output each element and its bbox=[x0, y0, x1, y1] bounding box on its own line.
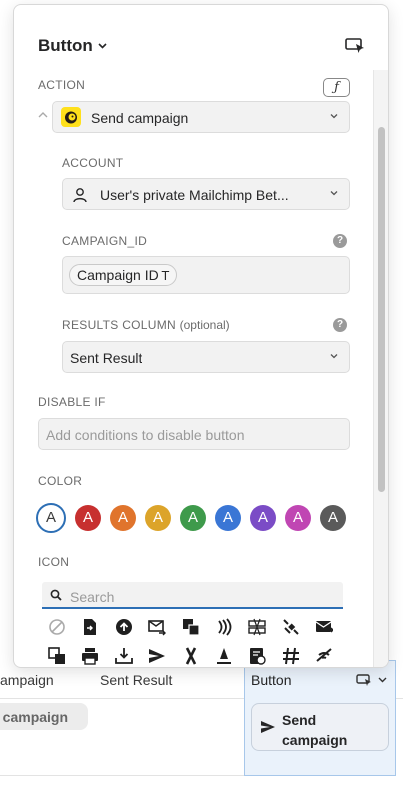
color-swatch[interactable]: A bbox=[215, 505, 241, 531]
no-signal-icon[interactable] bbox=[314, 646, 334, 666]
color-swatch[interactable]: A bbox=[145, 505, 171, 531]
scrollbar-thumb[interactable] bbox=[378, 127, 385, 492]
campaign-id-chip[interactable]: Campaign ID T bbox=[69, 264, 178, 286]
action-label: ACTION bbox=[38, 78, 86, 92]
results-column-value: Sent Result bbox=[70, 350, 143, 366]
chevron-down-icon bbox=[330, 114, 338, 119]
action-select[interactable]: Send campaign bbox=[52, 101, 350, 133]
button-config-panel: Button ACTION ƒ Send campaign ACCOUNT Us… bbox=[13, 4, 389, 668]
panel-title[interactable]: Button bbox=[38, 36, 107, 56]
color-swatch[interactable]: A bbox=[36, 503, 66, 533]
duplicate-icon[interactable] bbox=[47, 646, 67, 666]
column-header-sent-result[interactable]: Sent Result bbox=[100, 672, 172, 688]
color-label: COLOR bbox=[38, 474, 83, 488]
upload-circle-icon[interactable] bbox=[114, 617, 134, 637]
satellite-icon[interactable] bbox=[281, 617, 301, 637]
campaign-id-chip-text: Campaign ID bbox=[77, 267, 159, 283]
account-label: ACCOUNT bbox=[62, 156, 124, 170]
nfc-icon[interactable] bbox=[214, 617, 234, 637]
ribbon-icon[interactable] bbox=[181, 646, 201, 666]
color-swatch[interactable]: A bbox=[180, 505, 206, 531]
optional-tag: (optional) bbox=[179, 318, 230, 332]
campaign-cell-text: e campaign bbox=[0, 709, 69, 725]
text-type-icon: T bbox=[161, 269, 170, 283]
column-options[interactable] bbox=[356, 673, 387, 687]
print-icon[interactable] bbox=[80, 646, 100, 666]
color-swatch[interactable]: A bbox=[285, 505, 311, 531]
account-select[interactable]: User's private Mailchimp Bet... bbox=[62, 178, 350, 210]
account-select-value: User's private Mailchimp Bet... bbox=[100, 187, 289, 203]
color-swatch[interactable]: A bbox=[250, 505, 276, 531]
chevron-down-icon bbox=[378, 677, 387, 683]
mailchimp-logo-icon bbox=[61, 107, 81, 127]
color-swatch[interactable]: A bbox=[75, 505, 101, 531]
chevron-down-icon bbox=[330, 354, 338, 359]
button-column-selected[interactable]: Button Send campaign bbox=[244, 660, 396, 776]
mail-arrow-icon[interactable] bbox=[147, 617, 167, 637]
icon-label: ICON bbox=[38, 555, 70, 569]
disable-if-placeholder: Add conditions to disable button bbox=[46, 427, 245, 443]
send-icon[interactable] bbox=[147, 646, 167, 666]
button-cursor-icon bbox=[356, 674, 371, 686]
send-campaign-label: Send campaign bbox=[282, 712, 348, 748]
hashtag-icon[interactable] bbox=[281, 646, 301, 666]
chevron-up-icon[interactable] bbox=[38, 111, 48, 118]
row-divider bbox=[0, 775, 245, 776]
button-cursor-icon[interactable] bbox=[345, 37, 365, 55]
chevron-down-icon bbox=[330, 191, 338, 196]
disable-if-label: DISABLE IF bbox=[38, 395, 106, 409]
dns-icon[interactable] bbox=[247, 617, 267, 637]
user-icon bbox=[73, 188, 87, 203]
search-placeholder: Search bbox=[70, 589, 115, 605]
action-select-value: Send campaign bbox=[91, 110, 189, 126]
column-header-button[interactable]: Button bbox=[251, 672, 291, 688]
formula-button[interactable]: ƒ bbox=[323, 78, 350, 97]
help-icon[interactable]: ? bbox=[333, 234, 347, 248]
results-column-label: RESULTS COLUMN (optional) bbox=[62, 318, 230, 332]
campaign-cell-pill: e campaign bbox=[0, 703, 88, 730]
chevron-down-icon bbox=[98, 43, 107, 49]
color-swatch[interactable]: A bbox=[110, 505, 136, 531]
column-header-campaign[interactable]: ampaign bbox=[0, 672, 54, 688]
results-column-label-text: RESULTS COLUMN bbox=[62, 318, 176, 332]
campaign-id-label: CAMPAIGN_ID bbox=[62, 234, 148, 248]
icon-grid bbox=[47, 617, 348, 666]
send-icon bbox=[261, 721, 275, 733]
none-icon[interactable] bbox=[47, 617, 67, 637]
copy-icon[interactable] bbox=[181, 617, 201, 637]
disable-if-input[interactable]: Add conditions to disable button bbox=[38, 418, 350, 450]
send-campaign-button[interactable]: Send campaign bbox=[251, 703, 389, 751]
file-arrow-icon[interactable] bbox=[80, 617, 100, 637]
mail-send-icon[interactable] bbox=[314, 617, 334, 637]
search-icon bbox=[50, 589, 62, 601]
receipt-icon[interactable] bbox=[247, 646, 267, 666]
color-swatch[interactable]: A bbox=[320, 505, 346, 531]
rule-icon[interactable] bbox=[214, 646, 234, 666]
color-swatch-row: AAAAAAAAA bbox=[36, 503, 346, 533]
download-tray-icon[interactable] bbox=[114, 646, 134, 666]
help-icon[interactable]: ? bbox=[333, 318, 347, 332]
icon-search-input[interactable]: Search bbox=[42, 582, 343, 609]
panel-title-text: Button bbox=[38, 36, 93, 55]
results-column-select[interactable]: Sent Result bbox=[62, 341, 350, 373]
campaign-id-field[interactable]: Campaign ID T bbox=[62, 256, 350, 294]
